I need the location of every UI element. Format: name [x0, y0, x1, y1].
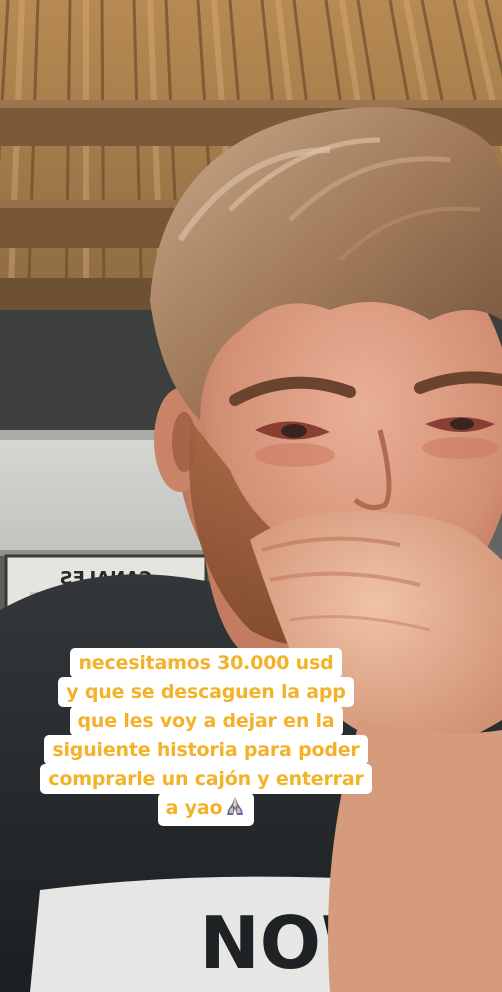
caption-line: y que se descaguen la app	[58, 677, 354, 707]
caption-line: siguiente historia para poder	[44, 735, 368, 765]
caption-line-text: a yao	[165, 797, 223, 819]
caption-line: necesitamos 30.000 usd	[70, 648, 342, 678]
caption-line-last: a yao	[157, 793, 255, 826]
folded-hands-icon	[224, 795, 246, 825]
story-frame: CANALES NOW	[0, 0, 502, 992]
caption-line: que les voy a dejar en la	[69, 706, 343, 736]
caption-line: comprarle un cajón y enterrar	[40, 764, 372, 794]
story-caption: necesitamos 30.000 usd y que se descague…	[0, 648, 412, 826]
story-photo: CANALES NOW	[0, 0, 502, 992]
